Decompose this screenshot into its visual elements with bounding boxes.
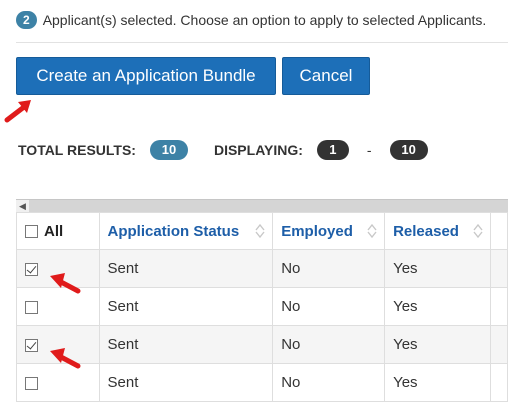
application-status-cell: Sent (98, 325, 274, 364)
range-separator: - (366, 142, 372, 158)
total-results-badge: 10 (149, 140, 188, 160)
sort-icon[interactable] (366, 223, 378, 239)
column-header-label: Released (393, 222, 459, 240)
application-status-cell: Sent (98, 287, 274, 326)
selection-message: Applicant(s) selected. Choose an option … (42, 12, 487, 28)
total-results-label: TOTAL RESULTS: (18, 142, 136, 158)
selection-banner: 2 Applicant(s) selected. Choose an optio… (0, 0, 508, 40)
column-header-application-status[interactable]: Application Status (98, 212, 274, 250)
overflow-cell (490, 325, 508, 364)
column-header-employed[interactable]: Employed (272, 212, 386, 250)
select-all-label: All (44, 222, 64, 240)
red-arrow-annotation (50, 348, 81, 369)
red-arrow-annotation (4, 100, 31, 123)
row-checkbox[interactable] (25, 376, 38, 390)
column-header-overflow (490, 212, 508, 250)
application-status-cell: Sent (98, 249, 274, 288)
sort-icon[interactable] (472, 223, 484, 239)
divider (16, 42, 508, 43)
employed-cell: No (272, 325, 386, 364)
chevron-left-icon[interactable]: ◀ (16, 200, 29, 212)
overflow-cell (490, 287, 508, 326)
displaying-label: DISPLAYING: (213, 142, 303, 158)
applicants-table: All Application Status Employed Released… (16, 212, 508, 402)
range-end-badge: 10 (389, 140, 428, 160)
overflow-cell (490, 249, 508, 288)
released-cell: Yes (384, 325, 491, 364)
select-all-checkbox[interactable] (25, 224, 38, 238)
red-arrow-annotation (50, 273, 81, 294)
sort-icon[interactable] (254, 223, 266, 239)
released-cell: Yes (384, 287, 491, 326)
table-row[interactable]: Sent No Yes (16, 249, 508, 288)
employed-cell: No (272, 249, 386, 288)
released-cell: Yes (384, 249, 491, 288)
column-header-released[interactable]: Released (384, 212, 491, 250)
application-status-cell: Sent (98, 363, 274, 402)
column-header-label: Employed (281, 222, 353, 240)
results-summary: TOTAL RESULTS: 10 DISPLAYING: 1 - 10 (18, 139, 428, 161)
cancel-button[interactable]: Cancel (282, 57, 370, 95)
column-header-label: Application Status (107, 222, 240, 240)
overflow-cell (490, 363, 508, 402)
table-row[interactable]: Sent No Yes (16, 287, 508, 326)
select-all-header: All (16, 212, 100, 250)
table-row[interactable]: Sent No Yes (16, 325, 508, 364)
employed-cell: No (272, 363, 386, 402)
released-cell: Yes (384, 363, 491, 402)
horizontal-scrollbar[interactable]: ◀ (16, 199, 508, 212)
row-checkbox[interactable] (25, 300, 38, 314)
employed-cell: No (272, 287, 386, 326)
row-checkbox[interactable] (25, 338, 38, 352)
row-checkbox[interactable] (25, 262, 38, 276)
create-application-bundle-button[interactable]: Create an Application Bundle (16, 57, 276, 95)
selected-count-badge: 2 (16, 11, 37, 29)
table-row[interactable]: Sent No Yes (16, 363, 508, 402)
range-start-badge: 1 (316, 140, 349, 160)
